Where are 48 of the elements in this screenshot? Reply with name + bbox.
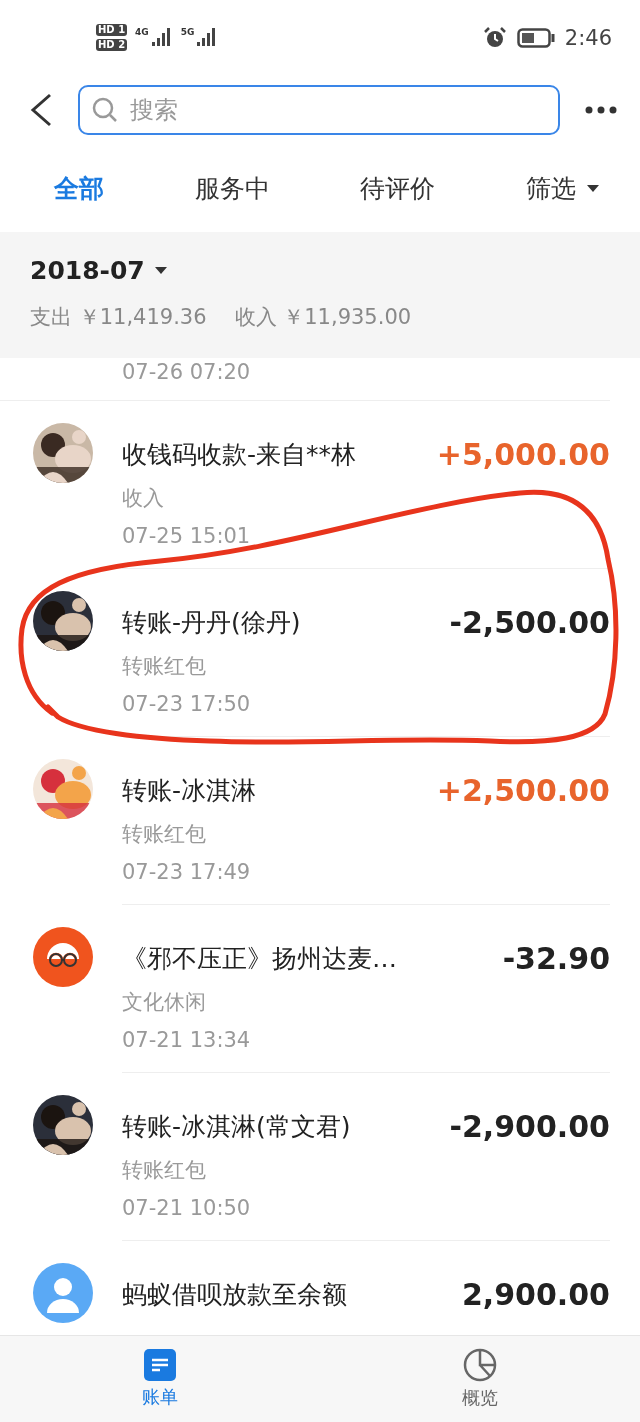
bill-amount: 2,900.00 — [461, 1277, 610, 1312]
bill-category: 文化休闲 — [122, 989, 207, 1016]
expense-total: 支出 ￥11,419.36 — [30, 304, 207, 331]
bill-amount: -32.90 — [502, 941, 610, 976]
month-picker[interactable]: 2018-07 — [30, 256, 167, 285]
tab[interactable]: 服务中 — [194, 172, 270, 205]
bill-date: 07-25 15:01 — [122, 524, 252, 548]
search-field[interactable]: 搜索 — [78, 85, 560, 135]
sim-label: HD 2 — [96, 39, 128, 51]
more-icon[interactable] — [584, 105, 618, 115]
income-total: 收入 ￥11,935.00 — [234, 304, 412, 331]
network-type: 4G — [135, 26, 149, 37]
bill-date: 07-21 10:50 — [122, 1196, 252, 1220]
nav-tab[interactable]: 账单 — [0, 1336, 320, 1422]
tab[interactable]: 全部 — [54, 172, 104, 205]
bill-title: 转账-冰淇淋(常文君) — [122, 1111, 351, 1143]
back-icon[interactable] — [28, 92, 54, 128]
bill-amount: +2,500.00 — [436, 773, 610, 808]
clock-time: 2:46 — [564, 25, 612, 50]
bill-amount: +5,000.00 — [436, 437, 610, 472]
bill-title: 转账-冰淇淋 — [122, 775, 257, 807]
bill-date: 07-21 13:34 — [122, 1028, 252, 1052]
nav-tab[interactable]: 概览 — [320, 1336, 640, 1422]
caret-icon — [154, 266, 167, 275]
bill-title: 收钱码收款-来自**林 — [122, 439, 357, 471]
network-type: 5G — [180, 26, 195, 37]
search-icon — [92, 97, 118, 123]
alarm-icon — [482, 25, 507, 50]
bill-category: 转账红包 — [122, 821, 207, 848]
bill-category: 转账红包 — [122, 653, 207, 680]
bill-amount: -2,500.00 — [449, 605, 610, 640]
battery-icon — [516, 26, 555, 49]
sim-label: HD 1 — [96, 24, 128, 36]
signal-icon — [150, 26, 173, 49]
bill-list-icon — [144, 1349, 176, 1381]
caret-icon — [585, 184, 600, 193]
bill-date: 07-23 17:50 — [122, 692, 252, 716]
pie-chart-icon — [463, 1348, 497, 1382]
bill-date: 07-23 17:49 — [122, 860, 252, 884]
bill-amount: -2,900.00 — [449, 1109, 610, 1144]
filter-button[interactable]: 筛选 — [525, 172, 600, 205]
bill-title: 《邪不压正》扬州达麦… — [122, 943, 397, 975]
bill-category: 收入 — [122, 485, 165, 512]
bill-title: 蚂蚁借呗放款至余额 — [122, 1279, 347, 1311]
bill-date: 07-26 07:20 — [122, 360, 251, 386]
bill-category: 转账红包 — [122, 1157, 207, 1184]
bill-title: 转账-丹丹(徐丹) — [122, 607, 301, 639]
tab[interactable]: 待评价 — [360, 172, 436, 205]
